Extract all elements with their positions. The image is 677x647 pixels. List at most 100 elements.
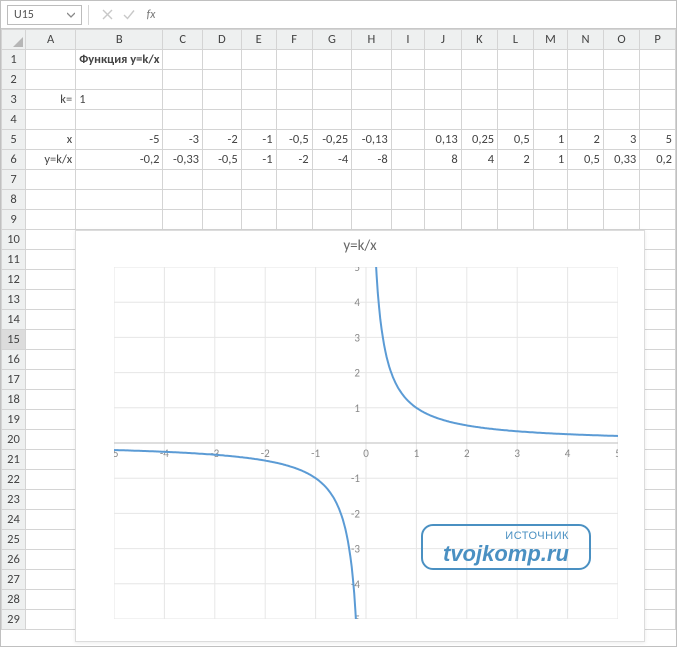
cell-A11[interactable] bbox=[26, 250, 76, 270]
cell-A9[interactable] bbox=[26, 210, 76, 230]
cell-A16[interactable] bbox=[26, 350, 76, 370]
cell-A23[interactable] bbox=[26, 490, 76, 510]
cell-P11[interactable] bbox=[640, 250, 676, 270]
cell-I5[interactable] bbox=[391, 130, 425, 150]
cell-J4[interactable] bbox=[425, 110, 461, 130]
cell-E3[interactable] bbox=[241, 90, 276, 110]
cell-O6[interactable]: 0,33 bbox=[603, 150, 639, 170]
cell-N3[interactable] bbox=[568, 90, 604, 110]
cell-L1[interactable] bbox=[498, 50, 534, 70]
row-header-28[interactable]: 28 bbox=[2, 590, 26, 610]
cell-L2[interactable] bbox=[498, 70, 534, 90]
cell-M2[interactable] bbox=[533, 70, 568, 90]
row-header-4[interactable]: 4 bbox=[2, 110, 26, 130]
cell-F3[interactable] bbox=[276, 90, 312, 110]
cell-L5[interactable]: 0,5 bbox=[498, 130, 534, 150]
cell-A7[interactable] bbox=[26, 170, 76, 190]
cell-I8[interactable] bbox=[391, 190, 425, 210]
cell-P24[interactable] bbox=[640, 510, 676, 530]
cell-P26[interactable] bbox=[640, 550, 676, 570]
row-header-3[interactable]: 3 bbox=[2, 90, 26, 110]
cell-B3[interactable]: 1 bbox=[76, 90, 163, 110]
cell-G3[interactable] bbox=[312, 90, 352, 110]
cell-B8[interactable] bbox=[76, 190, 163, 210]
cell-K8[interactable] bbox=[461, 190, 497, 210]
cell-A1[interactable] bbox=[26, 50, 76, 70]
cell-F2[interactable] bbox=[276, 70, 312, 90]
cell-A20[interactable] bbox=[26, 430, 76, 450]
cell-N5[interactable]: 2 bbox=[568, 130, 604, 150]
col-header-J[interactable]: J bbox=[425, 30, 461, 50]
formula-input[interactable] bbox=[162, 5, 676, 25]
cell-A27[interactable] bbox=[26, 570, 76, 590]
row-header-26[interactable]: 26 bbox=[2, 550, 26, 570]
row-header-25[interactable]: 25 bbox=[2, 530, 26, 550]
cell-P7[interactable] bbox=[640, 170, 676, 190]
cell-M3[interactable] bbox=[533, 90, 568, 110]
cell-I2[interactable] bbox=[391, 70, 425, 90]
row-header-17[interactable]: 17 bbox=[2, 370, 26, 390]
cell-O2[interactable] bbox=[603, 70, 639, 90]
row-header-9[interactable]: 9 bbox=[2, 210, 26, 230]
cell-P17[interactable] bbox=[640, 370, 676, 390]
cell-A3[interactable]: k= bbox=[26, 90, 76, 110]
cell-B5[interactable]: -5 bbox=[76, 130, 163, 150]
cell-C3[interactable] bbox=[163, 90, 203, 110]
cell-P2[interactable] bbox=[640, 70, 676, 90]
cell-H1[interactable] bbox=[352, 50, 392, 70]
col-header-G[interactable]: G bbox=[312, 30, 352, 50]
cell-C4[interactable] bbox=[163, 110, 203, 130]
cell-D2[interactable] bbox=[203, 70, 242, 90]
cell-N7[interactable] bbox=[568, 170, 604, 190]
cell-I4[interactable] bbox=[391, 110, 425, 130]
cell-P20[interactable] bbox=[640, 430, 676, 450]
cell-G4[interactable] bbox=[312, 110, 352, 130]
fx-icon[interactable]: fx bbox=[140, 5, 162, 25]
cell-P5[interactable]: 5 bbox=[640, 130, 676, 150]
row-header-2[interactable]: 2 bbox=[2, 70, 26, 90]
cell-M1[interactable] bbox=[533, 50, 568, 70]
spreadsheet-grid[interactable]: ABCDEFGHIJKLMNOP1Функция y=k/x23k=145x-5… bbox=[1, 29, 676, 646]
cell-C2[interactable] bbox=[163, 70, 203, 90]
row-header-24[interactable]: 24 bbox=[2, 510, 26, 530]
cell-K6[interactable]: 4 bbox=[461, 150, 497, 170]
col-header-H[interactable]: H bbox=[352, 30, 392, 50]
cell-H7[interactable] bbox=[352, 170, 392, 190]
cell-P8[interactable] bbox=[640, 190, 676, 210]
cell-J6[interactable]: 8 bbox=[425, 150, 461, 170]
cell-P28[interactable] bbox=[640, 590, 676, 610]
cell-D1[interactable] bbox=[203, 50, 242, 70]
cell-G2[interactable] bbox=[312, 70, 352, 90]
cell-P15[interactable] bbox=[640, 330, 676, 350]
cell-L7[interactable] bbox=[498, 170, 534, 190]
row-header-16[interactable]: 16 bbox=[2, 350, 26, 370]
cell-B1[interactable]: Функция y=k/x bbox=[76, 50, 163, 70]
cell-M6[interactable]: 1 bbox=[533, 150, 568, 170]
row-header-8[interactable]: 8 bbox=[2, 190, 26, 210]
cell-P1[interactable] bbox=[640, 50, 676, 70]
cell-P13[interactable] bbox=[640, 290, 676, 310]
cell-J2[interactable] bbox=[425, 70, 461, 90]
cell-G6[interactable]: -4 bbox=[312, 150, 352, 170]
cell-E1[interactable] bbox=[241, 50, 276, 70]
row-header-5[interactable]: 5 bbox=[2, 130, 26, 150]
cell-D7[interactable] bbox=[203, 170, 242, 190]
cell-E7[interactable] bbox=[241, 170, 276, 190]
cell-I7[interactable] bbox=[391, 170, 425, 190]
cell-B4[interactable] bbox=[76, 110, 163, 130]
row-header-29[interactable]: 29 bbox=[2, 610, 26, 630]
cell-I9[interactable] bbox=[391, 210, 425, 230]
cell-J5[interactable]: 0,13 bbox=[425, 130, 461, 150]
cell-A19[interactable] bbox=[26, 410, 76, 430]
cell-P29[interactable] bbox=[640, 610, 676, 630]
cell-G7[interactable] bbox=[312, 170, 352, 190]
cell-A26[interactable] bbox=[26, 550, 76, 570]
col-header-O[interactable]: O bbox=[603, 30, 639, 50]
cell-H4[interactable] bbox=[352, 110, 392, 130]
cell-E6[interactable]: -1 bbox=[241, 150, 276, 170]
cell-N6[interactable]: 0,5 bbox=[568, 150, 604, 170]
cell-I1[interactable] bbox=[391, 50, 425, 70]
cell-J1[interactable] bbox=[425, 50, 461, 70]
cell-C7[interactable] bbox=[163, 170, 203, 190]
cell-H3[interactable] bbox=[352, 90, 392, 110]
